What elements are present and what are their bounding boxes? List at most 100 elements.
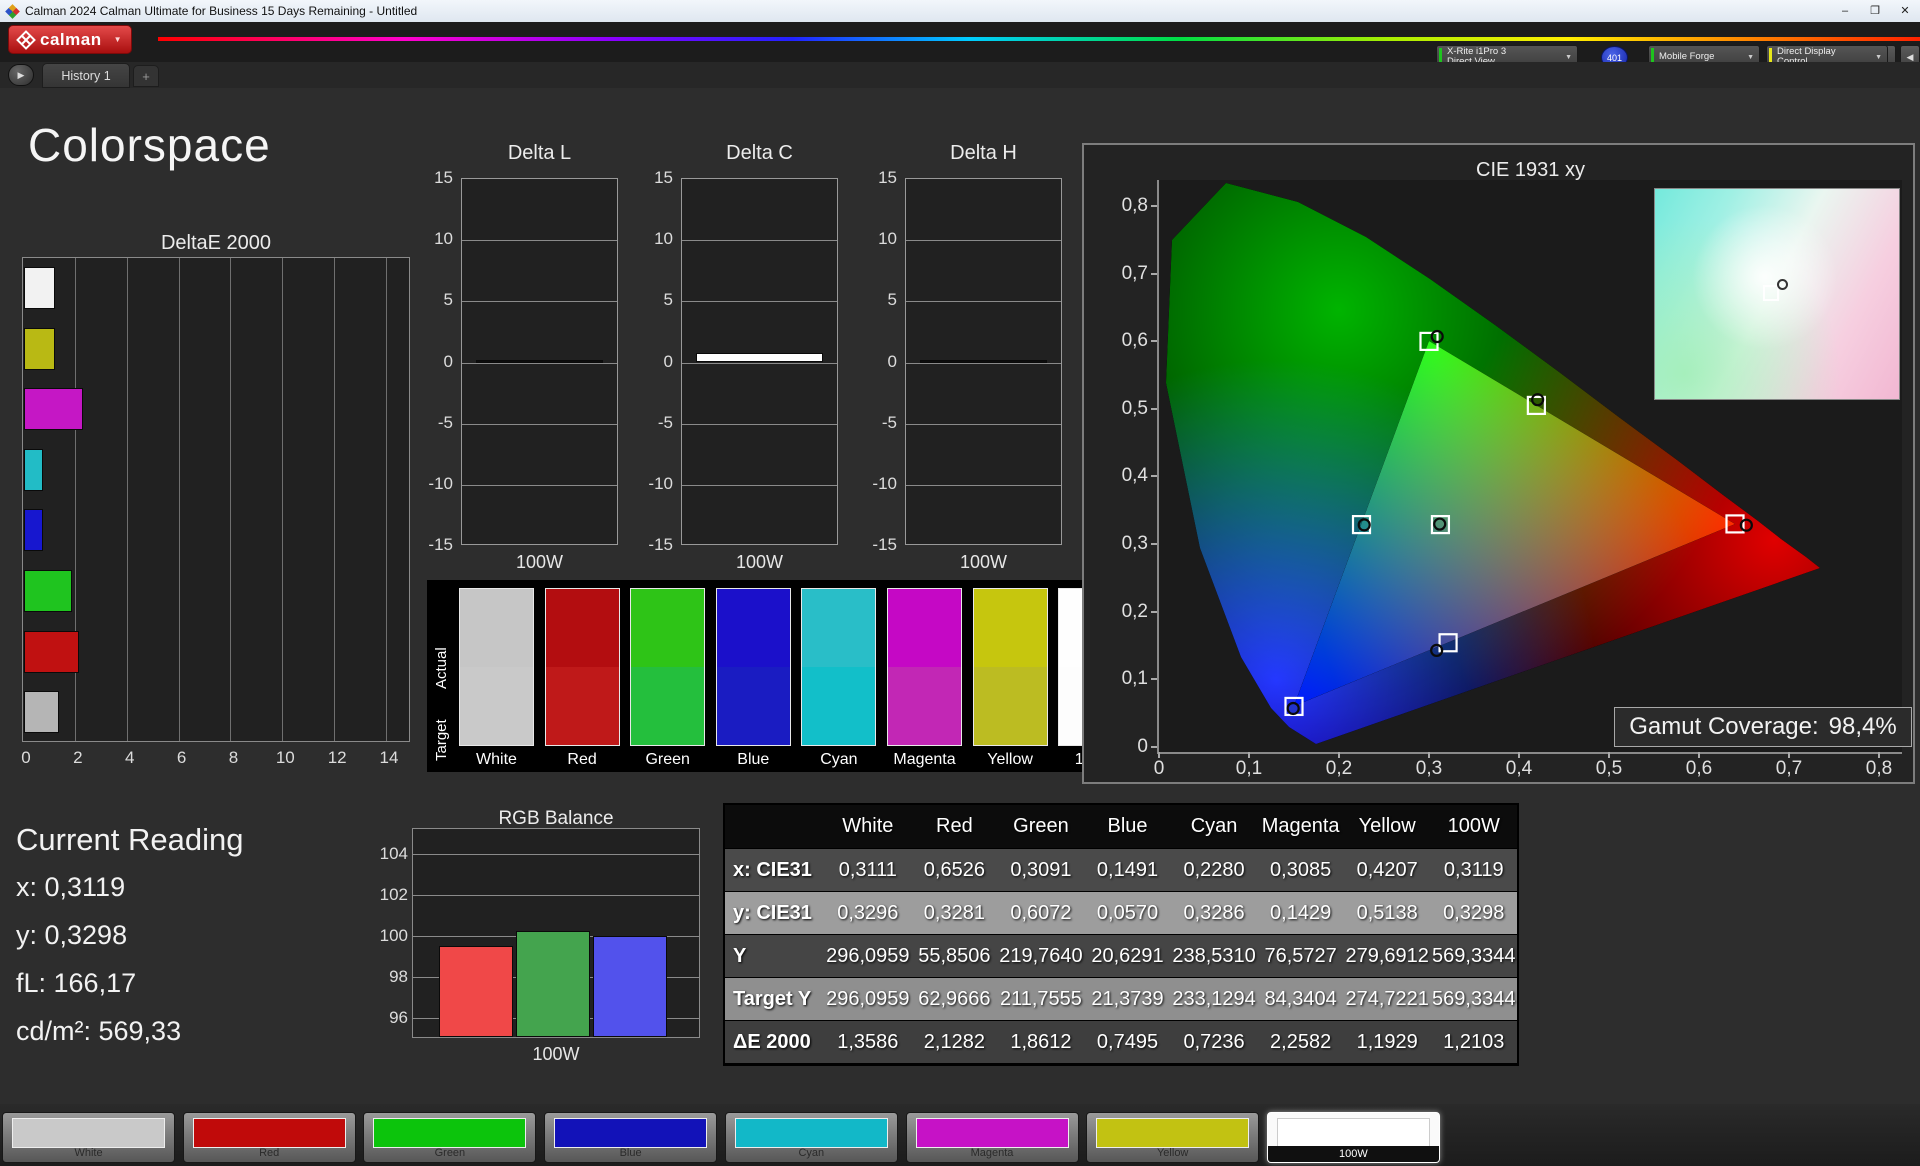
cie-y-tick: 0,4	[1104, 465, 1148, 487]
delta-y-tick: -15	[867, 535, 897, 555]
delta-c-x-label: 100W	[681, 552, 838, 573]
target-swatch	[631, 667, 704, 745]
table-cell: 55,8506	[911, 945, 998, 968]
table-cell: 84,3404	[1257, 988, 1344, 1011]
app-icon	[5, 4, 20, 19]
deltae-bar-magenta	[24, 388, 83, 430]
target-row-label: Target	[433, 675, 455, 805]
rgb-y-tick: 104	[378, 844, 408, 864]
table-col-header: Green	[998, 815, 1085, 838]
table-cell: 0,3281	[911, 902, 998, 925]
delta-gridline	[462, 424, 617, 425]
swatch-pair	[717, 589, 790, 745]
table-cell: 0,3111	[825, 859, 912, 882]
run-tab-button[interactable]: ▶	[8, 64, 34, 86]
patch-button-label: 100W	[1268, 1146, 1439, 1162]
target-swatch	[717, 667, 790, 745]
rgb-balance-x-label: 100W	[412, 1044, 700, 1065]
table-cell: 62,9666	[911, 988, 998, 1011]
add-tab-button[interactable]: +	[133, 65, 159, 87]
delta-gridline	[462, 301, 617, 302]
delta-y-tick: -15	[423, 535, 453, 555]
actual-swatch	[631, 589, 704, 667]
table-col-header: Magenta	[1257, 815, 1344, 838]
close-button[interactable]: ✕	[1890, 0, 1920, 22]
delta-y-tick: -10	[867, 474, 897, 494]
deltae-gridline	[386, 258, 387, 741]
table-row-label: ΔE 2000	[725, 1031, 825, 1054]
cie-y-tick-mark	[1151, 273, 1157, 275]
maximize-button[interactable]: ❐	[1860, 0, 1890, 22]
patch-button-blue[interactable]: Blue	[544, 1112, 717, 1163]
patch-button-green[interactable]: Green	[363, 1112, 536, 1163]
delta-y-tick: -5	[643, 413, 673, 433]
patch-button-white[interactable]: White	[2, 1112, 175, 1163]
rgb-balance-title: RGB Balance	[412, 808, 700, 830]
calman-diamond-icon	[16, 30, 36, 50]
tab-strip: ▶ History 1 +	[0, 62, 1920, 88]
table-col-header: Red	[911, 815, 998, 838]
table-cell: 296,0959	[825, 945, 912, 968]
patch-button-100w[interactable]: 100W	[1267, 1112, 1440, 1163]
device-label: Mobile Forge	[1659, 52, 1739, 62]
patch-button-magenta[interactable]: Magenta	[906, 1112, 1079, 1163]
minimize-button[interactable]: –	[1830, 0, 1860, 22]
rgb-y-tick: 102	[378, 885, 408, 905]
deltae-bar-cyan	[24, 449, 43, 491]
swatch-pair	[546, 589, 619, 745]
patch-color-swatch	[193, 1118, 346, 1148]
cie-x-tick: 0,4	[1497, 758, 1541, 780]
current-reading-panel: Current Reading x: 0,3119 y: 0,3298 fL: …	[16, 822, 243, 1064]
deltae-x-tick: 8	[229, 748, 238, 768]
table-row: Y296,095955,8506219,764020,6291238,53107…	[725, 935, 1517, 977]
table-cell: 0,4207	[1344, 859, 1431, 882]
patch-button-cyan[interactable]: Cyan	[725, 1112, 898, 1163]
delta-gridline	[906, 363, 1061, 364]
cie-x-tick: 0,8	[1857, 758, 1901, 780]
delta-gridline	[682, 424, 837, 425]
cie-y-tick-mark	[1151, 678, 1157, 680]
swatch-label: White	[460, 751, 533, 769]
rgb-bar-blue	[593, 936, 667, 1037]
table-cell: 0,1429	[1257, 902, 1344, 925]
deltae-gridline	[179, 258, 180, 741]
table-col-header: 100W	[1430, 815, 1517, 838]
chevron-down-icon: ▼	[114, 35, 122, 44]
deltae-plot-area	[22, 257, 410, 742]
patch-button-yellow[interactable]: Yellow	[1086, 1112, 1259, 1163]
tab-history-1[interactable]: History 1	[42, 63, 130, 88]
cie-y-tick-mark	[1151, 205, 1157, 207]
actual-swatch	[717, 589, 790, 667]
deltae-gridline	[230, 258, 231, 741]
delta-y-tick: 15	[423, 168, 453, 188]
delta-l-chart: Delta L 100W 151050-5-10-15	[421, 140, 621, 570]
delta-gridline	[906, 424, 1061, 425]
patch-button-red[interactable]: Red	[183, 1112, 356, 1163]
swatch-pair	[888, 589, 961, 745]
cie-y-axis-line	[1157, 180, 1159, 754]
table-col-header: Blue	[1084, 815, 1171, 838]
deltae-x-tick: 10	[276, 748, 295, 768]
swatch-label: Red	[546, 751, 619, 769]
patch-color-swatch	[554, 1118, 707, 1148]
delta-h-title: Delta H	[905, 142, 1062, 165]
deltae-bar-white	[24, 691, 59, 733]
table-cell: 0,5138	[1344, 902, 1431, 925]
table-cell: 238,5310	[1171, 945, 1258, 968]
cie-x-tick: 0	[1137, 758, 1181, 780]
swatch-column-red: Red	[546, 589, 619, 769]
delta-y-tick: 0	[643, 352, 673, 372]
rgb-gridline	[413, 895, 699, 896]
table-cell: 233,1294	[1171, 988, 1258, 1011]
calman-menu-button[interactable]: calman ▼	[8, 25, 132, 54]
rgb-balance-plot	[412, 828, 700, 1038]
delta-gridline	[682, 485, 837, 486]
chevron-down-icon: ▼	[1565, 54, 1572, 61]
reading-fl: fL: 166,17	[16, 968, 243, 999]
patch-button-label: Blue	[545, 1147, 716, 1159]
table-col-header: Cyan	[1171, 815, 1258, 838]
table-cell: 279,6912	[1344, 945, 1431, 968]
table-cell: 0,2280	[1171, 859, 1258, 882]
rgb-y-tick: 98	[378, 967, 408, 987]
delta-y-tick: 15	[643, 168, 673, 188]
